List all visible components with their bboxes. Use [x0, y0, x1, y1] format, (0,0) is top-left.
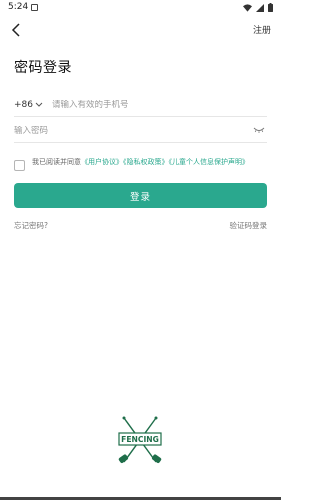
login-button[interactable]: 登录 [14, 183, 267, 208]
page-title: 密码登录 [14, 60, 72, 76]
eye-closed-icon[interactable] [253, 126, 265, 134]
agreement-prefix: 我已阅读并同意 [32, 158, 81, 166]
code-login-link[interactable]: 验证码登录 [230, 220, 268, 231]
password-row [14, 120, 267, 143]
chevron-down-icon[interactable] [35, 100, 45, 110]
agreement-checkbox[interactable] [14, 160, 25, 171]
register-link[interactable]: 注册 [253, 23, 271, 36]
fencing-logo: FENCING [118, 416, 162, 463]
battery-icon [268, 3, 273, 12]
notification-icon [31, 4, 38, 11]
password-input[interactable] [14, 126, 234, 136]
signal-icon [256, 3, 264, 12]
agreement-text: 我已阅读并同意《用户协议》《隐私权政策》《儿童个人信息保护声明》 [32, 156, 262, 168]
top-bar: 注册 [0, 16, 281, 44]
user-agreement-link[interactable]: 《用户协议》 [81, 158, 123, 166]
status-bar: 5:24 [0, 0, 281, 16]
forgot-password-link[interactable]: 忘记密码? [14, 220, 48, 231]
status-icons [243, 3, 273, 12]
phone-input[interactable] [52, 100, 242, 110]
country-code[interactable]: +86 [14, 100, 33, 110]
privacy-policy-link[interactable]: 《隐私权政策》 [123, 158, 169, 166]
logo-text: FENCING [121, 435, 159, 444]
child-privacy-link[interactable]: 《儿童个人信息保护声明》 [169, 158, 250, 166]
back-button[interactable] [6, 20, 26, 40]
phone-row: +86 [14, 94, 267, 117]
wifi-icon [243, 3, 252, 12]
status-time: 5:24 [8, 2, 29, 12]
back-arrow-icon [11, 23, 20, 37]
